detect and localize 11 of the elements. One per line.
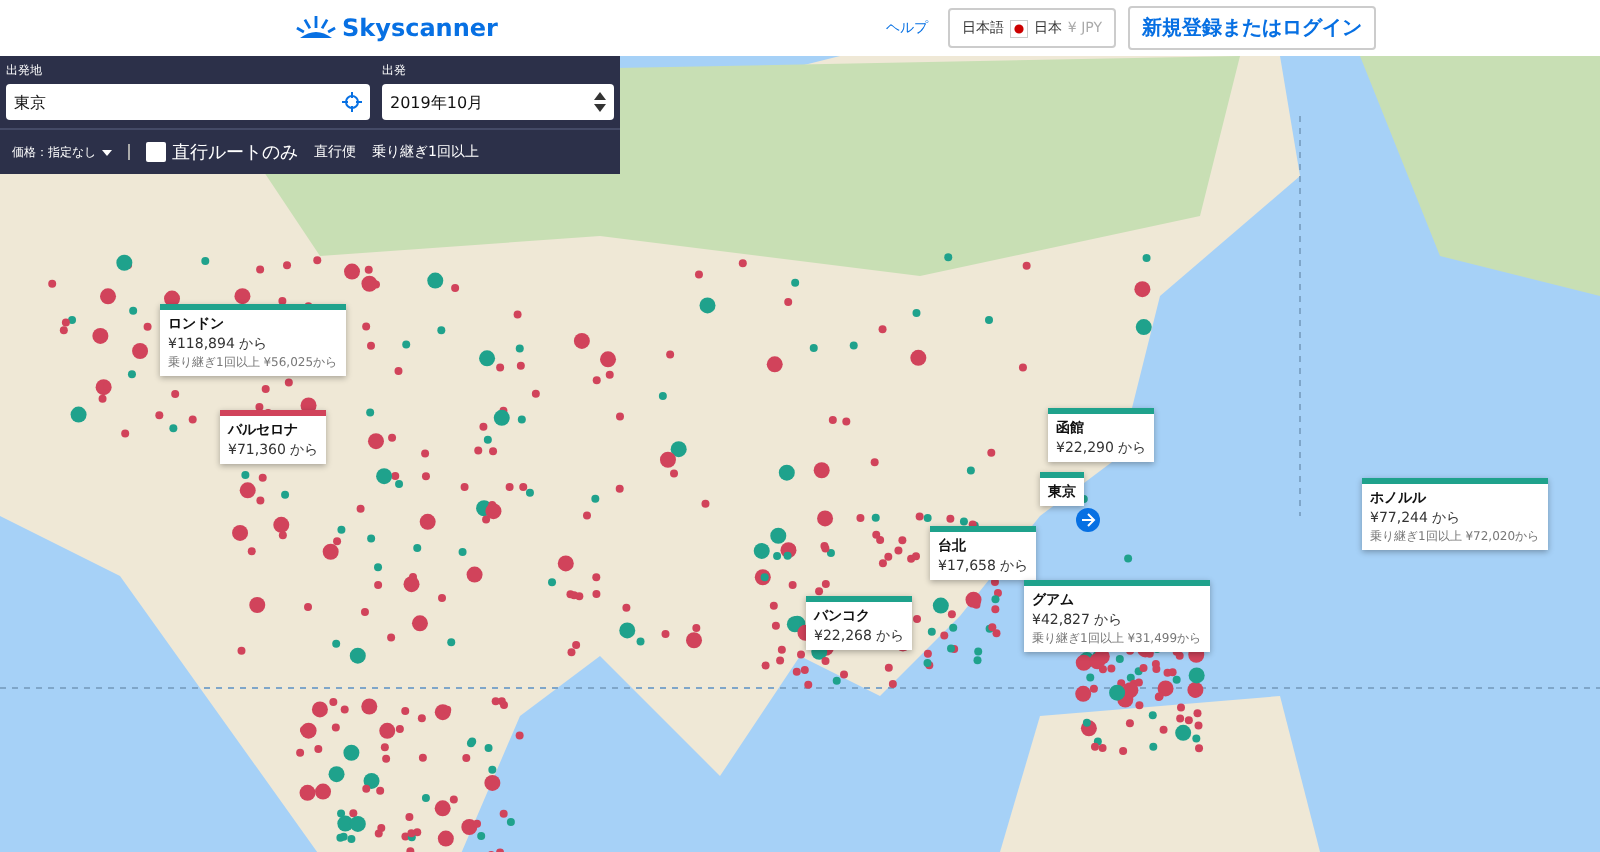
location-target-icon [342, 92, 362, 112]
caret-icon [102, 149, 112, 155]
flag-icon [1009, 19, 1028, 37]
direct-only-checkbox[interactable]: 直行ルートのみ [146, 139, 298, 165]
origin-field[interactable]: 東京 [6, 84, 370, 120]
logo-text: Skyscanner [342, 14, 498, 42]
depart-select[interactable]: 2019年10月 [382, 84, 614, 120]
updown-icon [594, 92, 606, 112]
skyscanner-logo[interactable]: Skyscanner [296, 14, 498, 42]
login-button[interactable]: 新規登録またはログイン [1128, 6, 1376, 50]
sunrise-icon [296, 16, 336, 40]
